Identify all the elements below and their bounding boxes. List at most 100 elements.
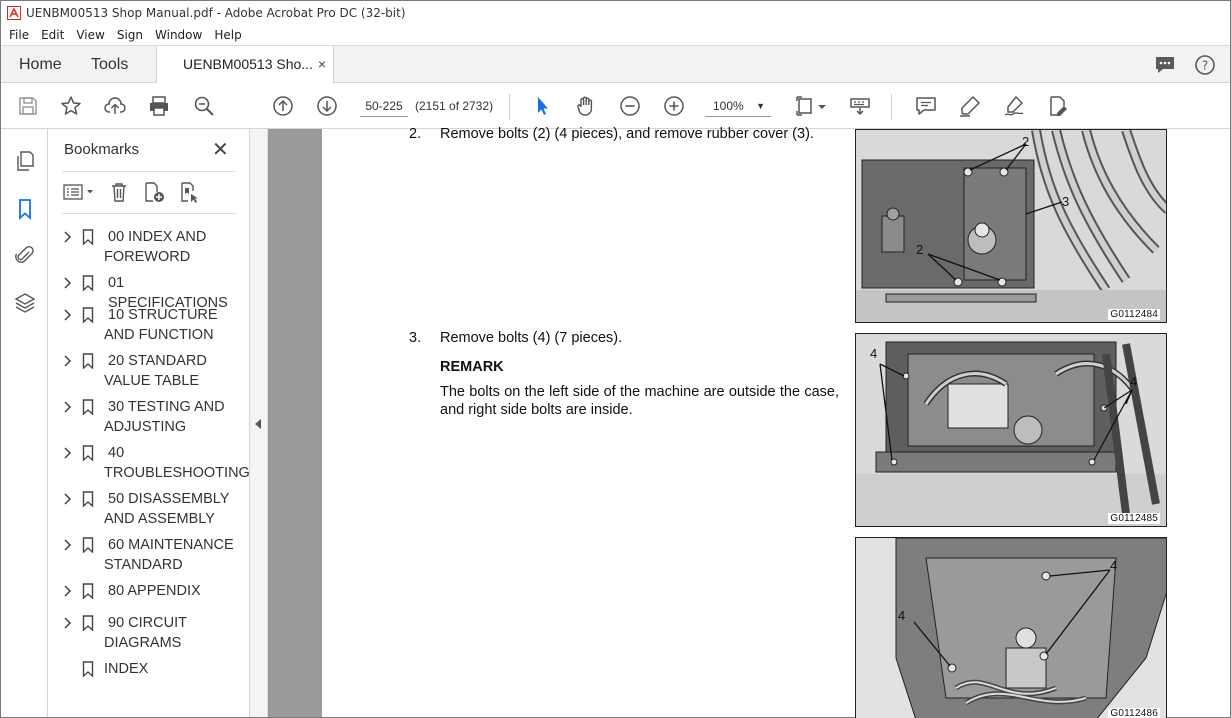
bookmark-flag-icon	[82, 661, 94, 678]
bookmark-item[interactable]: 60 MAINTENANCE STANDARD	[60, 535, 246, 575]
bookmark-item[interactable]: 50 DISASSEMBLY AND ASSEMBLY	[60, 489, 246, 529]
page-thumbnails-icon[interactable]	[13, 149, 37, 173]
zoom-select[interactable]: 100% ▼	[705, 95, 771, 117]
hand-tool-icon[interactable]	[573, 93, 599, 119]
menu-window[interactable]: Window	[149, 28, 208, 42]
bookmark-label-line1: 00 INDEX AND	[108, 229, 207, 245]
chevron-right-icon[interactable]	[62, 535, 74, 555]
callout-label: 4	[1130, 374, 1138, 389]
callout-label: 4	[898, 608, 906, 623]
bookmark-item[interactable]: 20 STANDARD VALUE TABLE	[60, 351, 246, 391]
callout-label: 4	[1110, 558, 1118, 573]
figure-3-illustration	[856, 538, 1166, 718]
layers-icon[interactable]	[13, 291, 37, 315]
zoom-out-icon[interactable]	[617, 93, 643, 119]
delete-trash-icon[interactable]	[108, 181, 130, 206]
chevron-right-icon[interactable]	[62, 227, 74, 247]
bookmark-label-line2: AND FUNCTION	[104, 327, 214, 343]
edit-document-icon[interactable]	[1045, 93, 1071, 119]
menu-sign[interactable]: Sign	[111, 28, 149, 42]
bookmark-label-line2: ADJUSTING	[104, 419, 187, 435]
chevron-right-icon[interactable]	[62, 581, 74, 601]
bookmark-label-line2: AND ASSEMBLY	[104, 511, 215, 527]
bookmark-item[interactable]: 40 TROUBLESHOOTING	[60, 443, 250, 483]
chevron-right-icon[interactable]	[62, 613, 74, 633]
next-page-icon[interactable]	[314, 93, 340, 119]
bookmark-item[interactable]: 80 APPENDIX	[60, 581, 246, 601]
chevron-right-icon[interactable]	[62, 443, 74, 463]
save-icon[interactable]	[15, 93, 41, 119]
zoom-value: 100%	[713, 99, 744, 113]
panel-splitter[interactable]	[250, 129, 268, 717]
zoom-in-icon[interactable]	[661, 93, 687, 119]
document-gutter	[268, 129, 322, 717]
callout-label: 3	[1062, 194, 1070, 209]
bookmarks-panel-icon[interactable]	[13, 197, 37, 221]
find-bookmark-icon[interactable]	[178, 181, 202, 206]
bookmark-label-line2: TROUBLESHOOTING	[104, 465, 250, 481]
collapse-panel-icon[interactable]	[255, 419, 261, 429]
divider	[62, 171, 236, 172]
menu-help[interactable]: Help	[208, 28, 247, 42]
bookmark-item[interactable]: INDEX	[60, 659, 246, 679]
bookmark-flag-icon	[82, 445, 94, 462]
close-icon[interactable]: ✕	[212, 137, 229, 162]
draw-sign-icon[interactable]	[1001, 93, 1027, 119]
chevron-right-icon[interactable]	[62, 273, 74, 293]
chevron-right-icon[interactable]	[62, 489, 74, 509]
options-list-icon[interactable]	[62, 182, 96, 205]
page-count: (2151 of 2732)	[415, 99, 494, 113]
window-title: UENBM00513 Shop Manual.pdf - Adobe Acrob…	[26, 6, 406, 20]
bookmark-label-line1: 80 APPENDIX	[108, 583, 201, 599]
menu-file[interactable]: File	[3, 28, 35, 42]
print-icon[interactable]	[146, 93, 172, 119]
tab-tools[interactable]: Tools	[91, 46, 128, 83]
figure-2: 4 4 G0112485	[855, 333, 1167, 527]
callout-label: 4	[870, 346, 878, 361]
tab-close-icon[interactable]: ×	[318, 46, 326, 83]
page-fit-chevron-icon[interactable]	[815, 93, 829, 119]
tab-home[interactable]: Home	[19, 46, 62, 83]
remark-title: REMARK	[440, 359, 504, 375]
highlight-pen-icon[interactable]	[957, 93, 983, 119]
menu-edit[interactable]: Edit	[35, 28, 70, 42]
chevron-right-icon[interactable]	[62, 397, 74, 417]
tab-document[interactable]: UENBM00513 Sho... ×	[156, 46, 334, 84]
comment-icon[interactable]	[913, 93, 939, 119]
tab-bar: Home Tools UENBM00513 Sho... × ?	[1, 45, 1230, 84]
toolbar-divider	[891, 94, 892, 120]
chevron-right-icon[interactable]	[62, 351, 74, 371]
bookmark-item[interactable]: 10 STRUCTURE AND FUNCTION	[60, 305, 246, 345]
svg-text:?: ?	[1202, 59, 1208, 73]
bookmark-label-line1: 30 TESTING AND	[108, 399, 225, 415]
keyboard-scroll-icon[interactable]	[847, 93, 873, 119]
bookmark-flag-icon	[82, 491, 94, 508]
bookmark-item[interactable]: 30 TESTING AND ADJUSTING	[60, 397, 246, 437]
upload-cloud-icon[interactable]	[102, 93, 128, 119]
help-icon[interactable]: ?	[1194, 54, 1216, 79]
menu-view[interactable]: View	[70, 28, 110, 42]
figure-2-illustration	[856, 334, 1166, 526]
chevron-right-icon[interactable]	[62, 305, 74, 325]
figure-caption: G0112485	[1108, 513, 1160, 524]
step-text: Remove bolts (2) (4 pieces), and remove …	[440, 126, 814, 142]
bookmarks-title: Bookmarks	[64, 141, 140, 158]
zoom-search-icon[interactable]	[191, 93, 217, 119]
page-number-input[interactable]: 50-225	[360, 95, 408, 117]
previous-page-icon[interactable]	[270, 93, 296, 119]
bookmark-flag-icon	[82, 307, 94, 324]
bookmark-item[interactable]: 90 CIRCUIT DIAGRAMS	[60, 613, 246, 653]
figure-1-illustration	[856, 130, 1166, 322]
step-number: 2.	[409, 126, 422, 142]
step-text: Remove bolts (4) (7 pieces).	[440, 330, 623, 346]
select-cursor-icon[interactable]	[529, 93, 555, 119]
bookmark-flag-icon	[82, 275, 94, 292]
figure-caption: G0112484	[1108, 309, 1160, 320]
figure-caption: G0112486	[1108, 708, 1160, 718]
attachments-paperclip-icon[interactable]	[13, 243, 37, 267]
new-bookmark-icon[interactable]	[142, 181, 166, 206]
bookmark-star-icon[interactable]	[58, 93, 84, 119]
comment-bubble-icon[interactable]	[1154, 54, 1176, 79]
bookmark-item[interactable]: 00 INDEX AND FOREWORD	[60, 227, 246, 267]
bookmark-label-line1: 40	[108, 445, 125, 461]
